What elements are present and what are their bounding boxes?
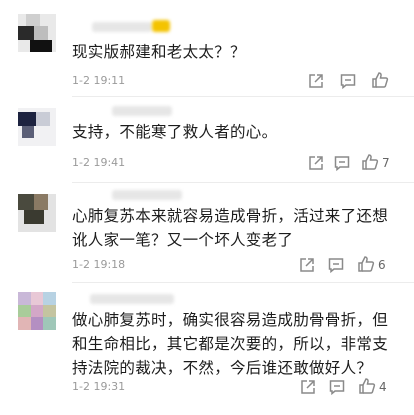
comment-time: 1-2 19:31 — [72, 380, 126, 393]
comment-item: 心肺复苏本来就容易造成骨折，活过来了还想讹人家一笔？又一个坏人变老了 1-2 1… — [0, 182, 414, 282]
like-icon[interactable] — [358, 377, 376, 395]
like-icon[interactable] — [371, 71, 389, 89]
share-icon[interactable] — [307, 72, 325, 90]
share-icon[interactable] — [307, 154, 325, 172]
comment-icon[interactable] — [327, 256, 345, 274]
comment-item: 支持，不能寒了救人者的心。 1-2 19:41 7 — [0, 96, 414, 182]
like-count: 4 — [379, 380, 387, 394]
share-icon[interactable] — [298, 256, 316, 274]
like-icon[interactable] — [357, 255, 375, 273]
comment-time: 1-2 19:41 — [72, 156, 126, 169]
comment-item: 现实版郝建和老太太？？ 1-2 19:11 — [0, 0, 414, 96]
avatar[interactable] — [18, 292, 56, 330]
comment-icon[interactable] — [333, 154, 351, 172]
avatar[interactable] — [18, 108, 56, 146]
like-icon[interactable] — [361, 153, 379, 171]
comment-time: 1-2 19:18 — [72, 258, 126, 271]
comment-icon[interactable] — [339, 72, 357, 90]
share-icon[interactable] — [299, 378, 317, 396]
comment-text: 心肺复苏本来就容易造成骨折，活过来了还想讹人家一笔？又一个坏人变老了 — [72, 207, 389, 249]
like-count: 6 — [378, 258, 386, 272]
avatar[interactable] — [18, 194, 56, 232]
comment-item: 做心肺复苏时，确实很容易造成肋骨骨折，但和生命相比，其它都是次要的，所以，非常支… — [0, 282, 414, 415]
comment-text: 做心肺复苏时，确实很容易造成肋骨骨折，但和生命相比，其它都是次要的，所以，非常支… — [72, 311, 389, 377]
avatar[interactable] — [18, 14, 56, 52]
comment-text: 支持，不能寒了救人者的心。 — [72, 123, 278, 141]
like-count: 7 — [382, 156, 390, 170]
comment-time: 1-2 19:11 — [72, 74, 126, 87]
comment-text: 现实版郝建和老太太？？ — [72, 43, 246, 61]
comment-icon[interactable] — [328, 378, 346, 396]
